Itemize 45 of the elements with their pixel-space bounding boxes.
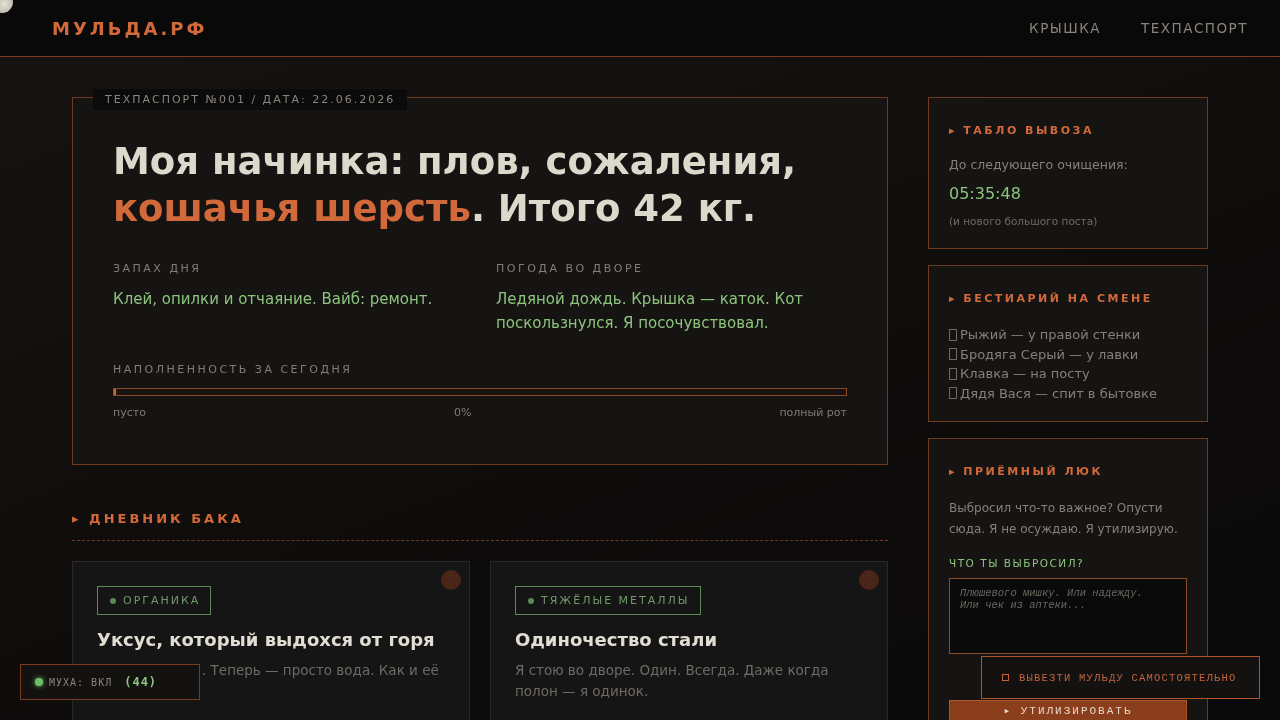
fly-label: МУХА: ВКЛ xyxy=(49,676,113,688)
hatch-text: Выбросил что-то важное? Опусти сюда. Я не осуждаю. Я утилизирую. xyxy=(949,500,1179,538)
schedule-caption: До следующего очищения: xyxy=(949,157,1129,172)
schedule-note: (и нового большого поста) xyxy=(949,215,1099,227)
section-title: ▸ ДНЕВНИК БАКА xyxy=(72,511,888,541)
missing-glyph-icon xyxy=(949,328,957,341)
fill-label: НАПОЛНЕННОСТЬ ЗА СЕГОДНЯ xyxy=(113,363,354,376)
panel-title: ▸ ПРИЁМНЫЙ ЛЮК xyxy=(949,465,1104,478)
fact-label: ЗАПАХ ДНЯ xyxy=(113,262,203,275)
fill-reading: 0% xyxy=(453,406,472,419)
entry-text: Я стою во дворе. Один. Всегда. Даже когда полон — я одинок. xyxy=(515,661,830,701)
bestiary-item: Бродяга Серый — у лавки xyxy=(960,345,1139,364)
entry-title: Одиночество стали xyxy=(515,629,718,650)
submit-button[interactable]: ▸ УТИЛИЗИРОВАТЬ xyxy=(949,700,1187,720)
nav-link[interactable]: ТЕХПАСПОРТ xyxy=(1121,20,1268,36)
missing-glyph-icon xyxy=(949,367,957,380)
missing-glyph-icon xyxy=(949,348,957,361)
category-tag: ОРГАНИКА xyxy=(97,586,212,615)
panel-title: ▸ ТАБЛО ВЫВОЗА xyxy=(949,124,1095,137)
passport-label: ТЕХПАСПОРТ №001 / ДАТА: 22.06.2026 xyxy=(93,89,408,110)
fact-value: Клей, опилки и отчаяние. Вайб: ремонт. xyxy=(113,289,434,310)
site-logo[interactable]: МУЛЬДА.РФ xyxy=(52,17,208,39)
field-label: ЧТО ТЫ ВЫБРОСИЛ? xyxy=(949,557,1086,569)
fly-status-badge[interactable]: МУХА: ВКЛ (44) xyxy=(20,664,200,700)
fact-value: Ледяной дождь. Крышка — каток. Кот поскользнулся. Я посочувствовал. xyxy=(496,289,805,334)
headline: Моя начинка: плов, сожаления, кошачья шерсть. Итого 42 кг. xyxy=(113,139,798,232)
bestiary-item: Дядя Вася — спит в бытовке xyxy=(960,384,1157,403)
bestiary-item: Рыжий — у правой стенки xyxy=(960,326,1141,344)
self-haul-button[interactable]: ВЫВЕЗТИ МУЛЬДУ САМОСТОЯТЕЛЬНО xyxy=(981,656,1260,699)
status-dot-icon xyxy=(441,570,461,590)
input-field[interactable]: Плюшевого мишку. Или надежду. Или чек из аптеки... xyxy=(949,578,1187,654)
nav-link[interactable]: КРЫШКА xyxy=(1009,20,1121,36)
bestiary-item: Клавка — на посту xyxy=(960,365,1090,383)
missing-glyph-icon xyxy=(949,387,957,400)
entry-title: Уксус, который выдохся от горя xyxy=(97,629,436,650)
fly-count: (44) xyxy=(124,675,158,689)
countdown-time: 05:35:48 xyxy=(949,184,1022,203)
fact-label: ПОГОДА ВО ДВОРЕ xyxy=(496,262,645,275)
square-icon xyxy=(1002,674,1009,681)
scale-max: полный рот xyxy=(779,406,847,419)
status-dot-icon xyxy=(859,570,879,590)
panel-title: ▸ БЕСТИАРИЙ НА СМЕНЕ xyxy=(949,292,1154,305)
scale-min: пусто xyxy=(113,406,146,419)
entry-text: . Теперь — просто вода. Как и её xyxy=(201,661,440,680)
category-tag: ТЯЖЁЛЫЕ МЕТАЛЛЫ xyxy=(515,586,701,615)
